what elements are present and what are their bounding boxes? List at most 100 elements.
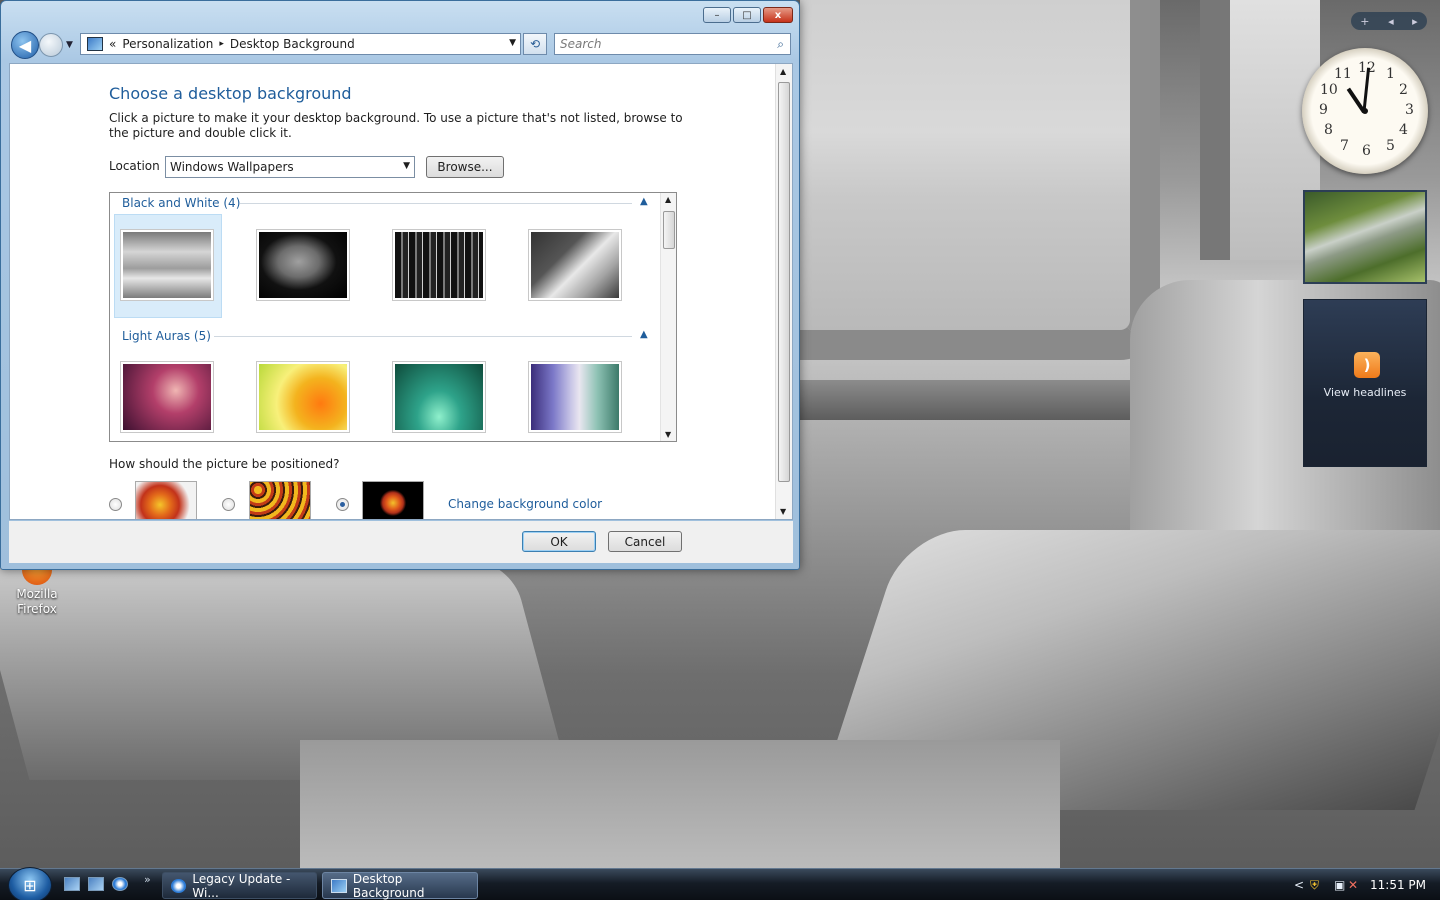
wallpaper-gallery: Black and White (4) ▲ Light Auras (5) ▲ bbox=[109, 192, 677, 442]
security-shield-icon[interactable]: ⛨ bbox=[1310, 878, 1319, 893]
location-select[interactable]: Windows Wallpapers ▼ bbox=[165, 156, 415, 178]
scroll-down-icon[interactable]: ▼ bbox=[780, 507, 786, 516]
collapse-group-icon[interactable]: ▲ bbox=[640, 329, 648, 340]
breadcrumb-overflow[interactable]: « bbox=[109, 37, 116, 51]
task-legacy-update[interactable]: Legacy Update - Wi... bbox=[162, 871, 317, 900]
wallpaper-floor bbox=[300, 740, 1060, 870]
taskbar-clock[interactable]: 11:51 PM bbox=[1370, 878, 1426, 892]
breadcrumb-personalization[interactable]: Personalization bbox=[122, 37, 213, 51]
refresh-button[interactable]: ⟲ bbox=[523, 33, 547, 55]
content-scrollbar[interactable]: ▲ ▼ bbox=[775, 64, 792, 519]
clock-center-pin bbox=[1362, 108, 1368, 114]
show-desktop-icon[interactable] bbox=[64, 877, 80, 891]
gallery-scrollbar[interactable]: ▲ ▼ bbox=[660, 193, 676, 441]
clock-numeral: 8 bbox=[1324, 122, 1333, 138]
scroll-up-icon[interactable]: ▲ bbox=[665, 195, 671, 204]
wallpaper-thumb-aura-4[interactable] bbox=[528, 361, 622, 433]
desktop-icon-firefox[interactable]: Mozilla Firefox bbox=[8, 565, 66, 617]
recent-pages-dropdown[interactable]: ▼ bbox=[66, 40, 73, 50]
clock-numeral: 11 bbox=[1334, 66, 1352, 82]
address-bar[interactable]: « Personalization ▸ Desktop Background ▼ bbox=[80, 33, 521, 55]
browse-button[interactable]: Browse... bbox=[426, 156, 504, 178]
position-option-tile[interactable] bbox=[249, 481, 311, 519]
internet-explorer-icon bbox=[171, 878, 187, 893]
position-radio-center[interactable] bbox=[336, 498, 349, 511]
caption-buttons: – □ x bbox=[703, 7, 793, 23]
slideshow-gadget[interactable] bbox=[1303, 190, 1427, 284]
show-hidden-icons-button[interactable]: < bbox=[1294, 878, 1304, 892]
location-select-value: Windows Wallpapers bbox=[170, 160, 294, 174]
wallpaper-sill bbox=[800, 380, 1180, 420]
system-tray: < ⛨ ▣ ✕ 11:51 PM bbox=[1290, 869, 1440, 900]
close-button[interactable]: x bbox=[763, 7, 793, 23]
add-gadget-button[interactable]: + bbox=[1360, 15, 1369, 28]
volume-muted-icon[interactable]: ✕ bbox=[1348, 878, 1358, 892]
navigation-bar: ◀ ▼ « Personalization ▸ Desktop Backgrou… bbox=[9, 31, 793, 59]
dialog-footer: OK Cancel bbox=[9, 521, 793, 563]
position-option-center[interactable] bbox=[362, 481, 424, 519]
control-panel-icon bbox=[87, 37, 103, 51]
scroll-down-icon[interactable]: ▼ bbox=[665, 430, 671, 439]
task-label: Legacy Update - Wi... bbox=[192, 871, 291, 900]
task-desktop-background[interactable]: Desktop Background bbox=[322, 871, 478, 900]
clock-numeral: 5 bbox=[1386, 138, 1395, 154]
cancel-button[interactable]: Cancel bbox=[608, 531, 682, 552]
clock-numeral: 10 bbox=[1320, 82, 1338, 98]
wallpaper-thumb-aura-3[interactable] bbox=[392, 361, 486, 433]
switch-windows-icon[interactable] bbox=[88, 877, 104, 891]
page-title: Choose a desktop background bbox=[109, 84, 352, 103]
quick-launch-more[interactable]: » bbox=[144, 873, 151, 886]
page-description: Click a picture to make it your desktop … bbox=[109, 111, 683, 140]
address-dropdown-icon[interactable]: ▼ bbox=[509, 38, 516, 48]
internet-explorer-icon[interactable] bbox=[112, 877, 128, 891]
minimize-button[interactable]: – bbox=[703, 7, 731, 23]
change-background-color-link[interactable]: Change background color bbox=[448, 497, 602, 511]
network-icon[interactable]: ▣ bbox=[1334, 878, 1345, 892]
scroll-thumb[interactable] bbox=[778, 82, 790, 482]
group-title-black-and-white[interactable]: Black and White (4) bbox=[122, 196, 240, 210]
sidebar-prev-button[interactable]: ◂ bbox=[1388, 15, 1394, 28]
breadcrumb-desktop-background[interactable]: Desktop Background bbox=[230, 37, 355, 51]
group-title-light-auras[interactable]: Light Auras (5) bbox=[122, 329, 211, 343]
wallpaper-thumb-bw-3[interactable] bbox=[392, 229, 486, 301]
scroll-thumb[interactable] bbox=[663, 211, 675, 249]
search-placeholder: Search bbox=[560, 37, 602, 51]
wallpaper-thumb-aura-2[interactable] bbox=[256, 361, 350, 433]
desktop-icon-label-line2: Firefox bbox=[17, 602, 57, 616]
content-pane: Choose a desktop background Click a pict… bbox=[9, 63, 793, 520]
position-question: How should the picture be positioned? bbox=[109, 457, 340, 471]
search-icon[interactable]: ⌕ bbox=[777, 37, 784, 52]
clock-gadget[interactable]: 12 1 2 3 4 5 6 7 8 9 10 11 bbox=[1302, 48, 1428, 174]
position-radio-tile[interactable] bbox=[222, 498, 235, 511]
windows-logo-icon: ⊞ bbox=[23, 875, 37, 895]
forward-button[interactable] bbox=[39, 33, 63, 57]
location-label: Location bbox=[109, 159, 160, 173]
group-divider bbox=[214, 336, 632, 337]
wallpaper-thumb-bw-1[interactable] bbox=[120, 229, 214, 301]
position-option-fill[interactable] bbox=[135, 481, 197, 519]
task-label: Desktop Background bbox=[352, 871, 425, 900]
clock-numeral: 2 bbox=[1399, 82, 1408, 98]
refresh-icon: ⟲ bbox=[529, 37, 541, 51]
taskbar: ⊞ » Legacy Update - Wi... Desktop Backgr… bbox=[0, 867, 1440, 900]
clock-numeral: 7 bbox=[1340, 138, 1349, 154]
wallpaper-thumb-bw-4[interactable] bbox=[528, 229, 622, 301]
maximize-button[interactable]: □ bbox=[733, 7, 761, 23]
wallpaper-thumb-bw-2[interactable] bbox=[256, 229, 350, 301]
view-headlines-label[interactable]: View headlines bbox=[1304, 386, 1426, 399]
start-button[interactable]: ⊞ bbox=[8, 867, 52, 900]
collapse-group-icon[interactable]: ▲ bbox=[640, 196, 648, 207]
search-input[interactable]: Search ⌕ bbox=[554, 33, 791, 55]
position-radio-fill[interactable] bbox=[109, 498, 122, 511]
scroll-up-icon[interactable]: ▲ bbox=[780, 67, 786, 76]
rss-icon: ) bbox=[1354, 352, 1380, 378]
feed-headlines-gadget[interactable]: ) View headlines bbox=[1303, 299, 1427, 467]
breadcrumb-separator[interactable]: ▸ bbox=[219, 39, 224, 49]
back-button[interactable]: ◀ bbox=[11, 31, 39, 59]
wallpaper-thumb-aura-1[interactable] bbox=[120, 361, 214, 433]
clock-numeral: 3 bbox=[1405, 102, 1414, 118]
sidebar-next-button[interactable]: ▸ bbox=[1412, 15, 1418, 28]
sidebar-controls: + ◂ ▸ bbox=[1351, 12, 1427, 30]
group-divider bbox=[240, 203, 632, 204]
ok-button[interactable]: OK bbox=[522, 531, 596, 552]
